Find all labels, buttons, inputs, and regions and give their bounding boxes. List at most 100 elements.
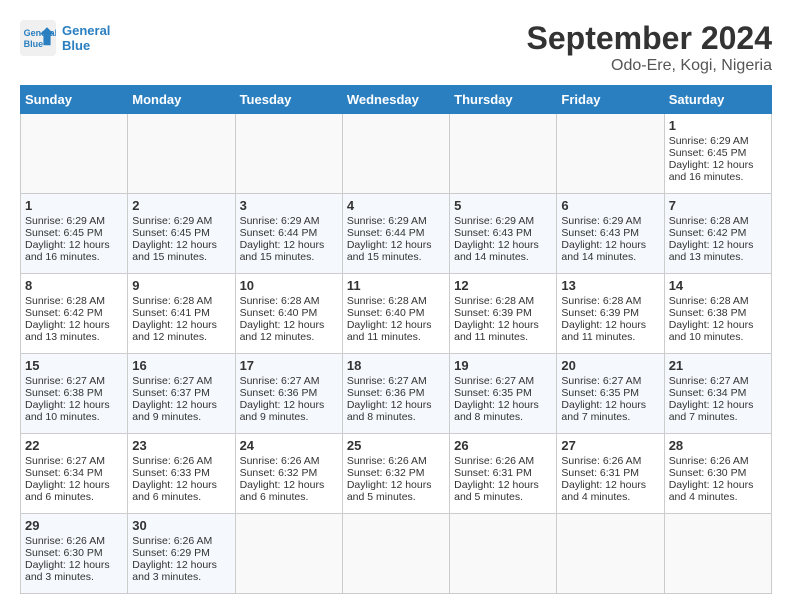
calendar-cell: 16Sunrise: 6:27 AMSunset: 6:37 PMDayligh…: [128, 354, 235, 434]
calendar-cell: [450, 514, 557, 594]
calendar-cell: [235, 114, 342, 194]
calendar-cell: 20Sunrise: 6:27 AMSunset: 6:35 PMDayligh…: [557, 354, 664, 434]
calendar-cell: 18Sunrise: 6:27 AMSunset: 6:36 PMDayligh…: [342, 354, 449, 434]
daylight-text: Daylight: 12 hours and 14 minutes.: [454, 239, 552, 263]
daylight-text: Daylight: 12 hours and 7 minutes.: [669, 399, 767, 423]
calendar-cell: 8 Sunrise: 6:28 AMSunset: 6:42 PMDaylight…: [21, 274, 128, 354]
sunset-text: Sunset: 6:39 PM: [454, 307, 552, 319]
sunrise-text: Sunrise: 6:28 AM: [132, 295, 230, 307]
header-friday: Friday: [557, 86, 664, 114]
daylight-text: Daylight: 12 hours and 4 minutes.: [561, 479, 659, 503]
sunset-text: Sunset: 6:36 PM: [240, 387, 338, 399]
daylight-text: Daylight: 12 hours and 11 minutes.: [561, 319, 659, 343]
sunset-text: Sunset: 6:34 PM: [669, 387, 767, 399]
sunrise-text: Sunrise: 6:26 AM: [347, 455, 445, 467]
calendar-week-5: 22Sunrise: 6:27 AMSunset: 6:34 PMDayligh…: [21, 434, 772, 514]
day-number: 19: [454, 358, 552, 373]
daylight-text: Daylight: 12 hours and 12 minutes.: [132, 319, 230, 343]
sunrise-text: Sunrise: 6:27 AM: [240, 375, 338, 387]
daylight-text: Daylight: 12 hours and 16 minutes.: [25, 239, 123, 263]
header-saturday: Saturday: [664, 86, 771, 114]
daylight-text: Daylight: 12 hours and 3 minutes.: [25, 559, 123, 583]
day-number: 28: [669, 438, 767, 453]
sunrise-text: Sunrise: 6:27 AM: [25, 375, 123, 387]
day-number: 5: [454, 198, 552, 213]
sunset-text: Sunset: 6:40 PM: [347, 307, 445, 319]
sunset-text: Sunset: 6:30 PM: [669, 467, 767, 479]
day-number: 21: [669, 358, 767, 373]
daylight-text: Daylight: 12 hours and 5 minutes.: [454, 479, 552, 503]
daylight-text: Daylight: 12 hours and 8 minutes.: [454, 399, 552, 423]
day-number: 22: [25, 438, 123, 453]
day-number: 18: [347, 358, 445, 373]
sunrise-text: Sunrise: 6:28 AM: [561, 295, 659, 307]
daylight-text: Daylight: 12 hours and 12 minutes.: [240, 319, 338, 343]
sunset-text: Sunset: 6:40 PM: [240, 307, 338, 319]
daylight-text: Daylight: 12 hours and 9 minutes.: [240, 399, 338, 423]
header-sunday: Sunday: [21, 86, 128, 114]
sunrise-text: Sunrise: 6:28 AM: [25, 295, 123, 307]
daylight-text: Daylight: 12 hours and 11 minutes.: [454, 319, 552, 343]
daylight-text: Daylight: 12 hours and 15 minutes.: [347, 239, 445, 263]
calendar-week-6: 29Sunrise: 6:26 AMSunset: 6:30 PMDayligh…: [21, 514, 772, 594]
sunset-text: Sunset: 6:32 PM: [240, 467, 338, 479]
sunset-text: Sunset: 6:45 PM: [132, 227, 230, 239]
sunrise-text: Sunrise: 6:29 AM: [454, 215, 552, 227]
header-tuesday: Tuesday: [235, 86, 342, 114]
day-number: 10: [240, 278, 338, 293]
daylight-text: Daylight: 12 hours and 16 minutes.: [669, 159, 767, 183]
daylight-text: Daylight: 12 hours and 13 minutes.: [25, 319, 123, 343]
sunset-text: Sunset: 6:42 PM: [669, 227, 767, 239]
sunrise-text: Sunrise: 6:26 AM: [561, 455, 659, 467]
day-number: 12: [454, 278, 552, 293]
page-header: General Blue GeneralBlue September 2024 …: [20, 20, 772, 75]
sunset-text: Sunset: 6:37 PM: [132, 387, 230, 399]
calendar-cell: 13Sunrise: 6:28 AMSunset: 6:39 PMDayligh…: [557, 274, 664, 354]
sunset-text: Sunset: 6:42 PM: [25, 307, 123, 319]
sunrise-text: Sunrise: 6:28 AM: [669, 295, 767, 307]
day-number: 27: [561, 438, 659, 453]
sunset-text: Sunset: 6:34 PM: [25, 467, 123, 479]
sunset-text: Sunset: 6:39 PM: [561, 307, 659, 319]
day-number: 3: [240, 198, 338, 213]
sunrise-text: Sunrise: 6:28 AM: [669, 215, 767, 227]
calendar-cell: 1Sunrise: 6:29 AMSunset: 6:45 PMDaylight…: [664, 114, 771, 194]
sunrise-text: Sunrise: 6:27 AM: [454, 375, 552, 387]
calendar-cell: [342, 114, 449, 194]
calendar-cell: 11Sunrise: 6:28 AMSunset: 6:40 PMDayligh…: [342, 274, 449, 354]
calendar-cell: 10Sunrise: 6:28 AMSunset: 6:40 PMDayligh…: [235, 274, 342, 354]
sunset-text: Sunset: 6:33 PM: [132, 467, 230, 479]
daylight-text: Daylight: 12 hours and 9 minutes.: [132, 399, 230, 423]
sunrise-text: Sunrise: 6:26 AM: [25, 535, 123, 547]
day-number: 7: [669, 198, 767, 213]
calendar-cell: [128, 114, 235, 194]
sunset-text: Sunset: 6:32 PM: [347, 467, 445, 479]
header-thursday: Thursday: [450, 86, 557, 114]
day-number: 8: [25, 278, 123, 293]
sunrise-text: Sunrise: 6:26 AM: [669, 455, 767, 467]
calendar-week-1: 1Sunrise: 6:29 AMSunset: 6:45 PMDaylight…: [21, 114, 772, 194]
daylight-text: Daylight: 12 hours and 6 minutes.: [25, 479, 123, 503]
sunset-text: Sunset: 6:43 PM: [561, 227, 659, 239]
calendar-cell: 3Sunrise: 6:29 AMSunset: 6:44 PMDaylight…: [235, 194, 342, 274]
sunset-text: Sunset: 6:35 PM: [454, 387, 552, 399]
calendar-cell: 21Sunrise: 6:27 AMSunset: 6:34 PMDayligh…: [664, 354, 771, 434]
daylight-text: Daylight: 12 hours and 14 minutes.: [561, 239, 659, 263]
header-monday: Monday: [128, 86, 235, 114]
svg-text:Blue: Blue: [24, 39, 44, 49]
day-number: 15: [25, 358, 123, 373]
calendar-cell: 1Sunrise: 6:29 AMSunset: 6:45 PMDaylight…: [21, 194, 128, 274]
day-number: 20: [561, 358, 659, 373]
calendar-cell: [450, 114, 557, 194]
sunrise-text: Sunrise: 6:27 AM: [132, 375, 230, 387]
day-number: 6: [561, 198, 659, 213]
calendar-cell: 29Sunrise: 6:26 AMSunset: 6:30 PMDayligh…: [21, 514, 128, 594]
calendar-cell: 24Sunrise: 6:26 AMSunset: 6:32 PMDayligh…: [235, 434, 342, 514]
day-number: 25: [347, 438, 445, 453]
daylight-text: Daylight: 12 hours and 6 minutes.: [240, 479, 338, 503]
daylight-text: Daylight: 12 hours and 10 minutes.: [25, 399, 123, 423]
sunrise-text: Sunrise: 6:26 AM: [132, 455, 230, 467]
sunrise-text: Sunrise: 6:26 AM: [132, 535, 230, 547]
sunrise-text: Sunrise: 6:28 AM: [347, 295, 445, 307]
calendar-cell: [21, 114, 128, 194]
